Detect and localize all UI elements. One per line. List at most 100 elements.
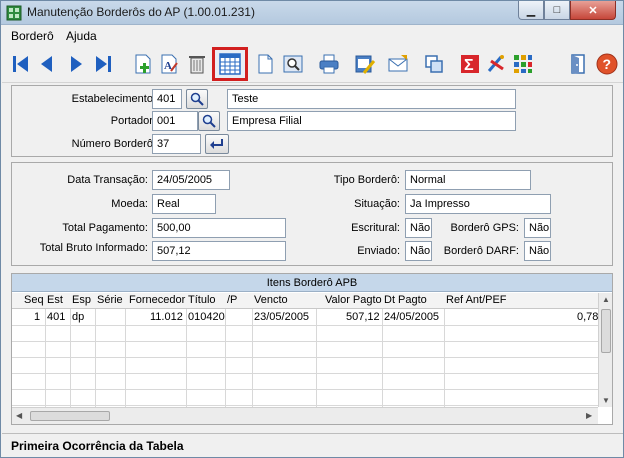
estabelecimento-label: Estabelecimento:	[71, 93, 156, 105]
column-header[interactable]: /P	[227, 294, 237, 306]
scroll-left-icon[interactable]: ◀	[16, 411, 22, 420]
total-bruto-field[interactable]: 507,12	[152, 241, 286, 261]
print-button[interactable]	[316, 51, 342, 77]
edit-record-icon: A	[161, 54, 178, 74]
window-title: Manutenção Borderôs do AP (1.00.01.231)	[27, 5, 255, 19]
table-row-empty[interactable]	[12, 390, 598, 406]
send-mail-button[interactable]	[385, 51, 411, 77]
horizontal-scrollbar[interactable]: ◀ ▶	[12, 407, 598, 424]
situacao-field[interactable]: Ja Impresso	[405, 194, 551, 214]
help-button[interactable]: ?	[594, 51, 620, 77]
portador-label: Portador:	[110, 115, 156, 127]
delete-record-button[interactable]	[184, 51, 210, 77]
estabelecimento-code-field[interactable]: 401	[152, 89, 182, 109]
column-header[interactable]: Est	[47, 294, 63, 306]
total-pagamento-field[interactable]: 500,00	[152, 218, 286, 238]
scroll-down-icon[interactable]: ▼	[602, 396, 610, 405]
calendar-grid-icon	[219, 53, 241, 75]
edit-record-button[interactable]: A	[156, 51, 182, 77]
total-bruto-label: Total Bruto Informado:	[39, 242, 148, 254]
preview-button[interactable]	[280, 51, 306, 77]
previous-record-button[interactable]	[34, 51, 60, 77]
column-header[interactable]: Esp	[72, 294, 91, 306]
maximize-button[interactable]: □	[544, 1, 570, 20]
add-record-button[interactable]	[130, 51, 156, 77]
horizontal-scroll-thumb[interactable]	[30, 411, 110, 421]
enviado-field[interactable]: Não	[405, 241, 432, 261]
vertical-scroll-thumb[interactable]	[601, 309, 611, 353]
tools-button[interactable]	[483, 51, 509, 77]
portador-lookup-button[interactable]	[198, 111, 220, 131]
preview-icon	[283, 55, 303, 73]
table-row-empty[interactable]	[12, 342, 598, 358]
column-header[interactable]: Seq	[24, 294, 44, 306]
status-bar: Primeira Ocorrência da Tabela	[2, 433, 623, 457]
moeda-field[interactable]: Real	[152, 194, 216, 214]
table-row-empty[interactable]	[12, 326, 598, 342]
exit-button[interactable]	[565, 51, 591, 77]
table-row-empty[interactable]	[12, 374, 598, 390]
first-icon	[13, 56, 28, 72]
data-transacao-label: Data Transação:	[67, 174, 148, 186]
edit-report-button[interactable]	[352, 51, 378, 77]
escritural-field[interactable]: Não	[405, 218, 432, 238]
column-header[interactable]: Valor Pagto	[325, 294, 382, 306]
last-record-button[interactable]	[90, 51, 116, 77]
tipo-bordero-label: Tipo Borderô:	[333, 174, 400, 186]
column-header[interactable]: Ref Ant/PEF	[446, 294, 507, 306]
cell-extra-value: 0,78	[577, 311, 599, 323]
cell-fornecedor: 11.012	[150, 311, 183, 323]
send-mail-icon	[388, 55, 408, 72]
column-header[interactable]: Título	[188, 294, 216, 306]
column-header[interactable]: Fornecedor	[129, 294, 185, 306]
column-header[interactable]: Vencto	[254, 294, 288, 306]
table-row-empty[interactable]	[12, 358, 598, 374]
vertical-scrollbar[interactable]: ▲ ▼	[598, 293, 612, 407]
magnifier-icon	[202, 114, 216, 128]
copy-button[interactable]	[421, 51, 447, 77]
enter-icon	[210, 139, 223, 149]
data-transacao-field[interactable]: 24/05/2005	[152, 170, 230, 190]
status-text: Primeira Ocorrência da Tabela	[11, 439, 184, 453]
next-record-button[interactable]	[63, 51, 89, 77]
grid-header: Seq Est Esp Série Fornecedor Título /P V…	[12, 293, 612, 309]
calendar-grid-button[interactable]	[212, 47, 248, 81]
scroll-right-icon[interactable]: ▶	[586, 411, 592, 420]
menu-ajuda[interactable]: Ajuda	[66, 29, 97, 43]
table-row[interactable]: 1 401 dp 11.012 010420 23/05/2005 507,12…	[12, 310, 598, 326]
close-button[interactable]: ✕	[570, 1, 616, 20]
new-document-button[interactable]	[252, 51, 278, 77]
next-icon	[71, 56, 82, 72]
tipo-bordero-field[interactable]: Normal	[405, 170, 531, 190]
magnifier-icon	[190, 92, 204, 106]
menu-bordero[interactable]: Borderô	[11, 29, 54, 43]
numero-bordero-field[interactable]: 37	[152, 134, 201, 154]
svg-text:Σ: Σ	[464, 57, 474, 74]
numero-go-button[interactable]	[205, 134, 229, 154]
title-bar[interactable]: Manutenção Borderôs do AP (1.00.01.231) …	[1, 1, 623, 25]
cell-titulo: 010420	[188, 311, 225, 323]
scroll-up-icon[interactable]: ▲	[602, 295, 610, 304]
sum-button[interactable]: Σ	[457, 51, 483, 77]
situacao-label: Situação:	[354, 198, 400, 210]
header-group: Estabelecimento: 401 Teste Portador: 001…	[11, 85, 613, 157]
estabelecimento-lookup-button[interactable]	[186, 89, 208, 109]
cell-esp: dp	[72, 311, 85, 323]
svg-text:?: ?	[603, 56, 612, 72]
portador-name-field[interactable]: Empresa Filial	[227, 111, 516, 131]
minimize-button[interactable]: ▁	[518, 1, 544, 20]
portador-code-field[interactable]: 001	[152, 111, 198, 131]
column-header[interactable]: Dt Pagto	[384, 294, 427, 306]
bordero-gps-field[interactable]: Não	[524, 218, 551, 238]
bordero-darf-field[interactable]: Não	[524, 241, 551, 261]
cell-vencto: 23/05/2005	[254, 311, 310, 323]
grid-config-button[interactable]	[510, 51, 536, 77]
estabelecimento-name-field[interactable]: Teste	[227, 89, 516, 109]
previous-icon	[41, 56, 52, 72]
items-grid[interactable]: Itens Borderô APB Seq Est Esp Série Forn…	[11, 273, 613, 425]
first-record-button[interactable]	[8, 51, 34, 77]
grid-config-icon	[514, 55, 532, 73]
delete-record-icon	[189, 56, 205, 74]
cell-seq: 1	[34, 311, 41, 323]
column-header[interactable]: Série	[97, 294, 123, 306]
